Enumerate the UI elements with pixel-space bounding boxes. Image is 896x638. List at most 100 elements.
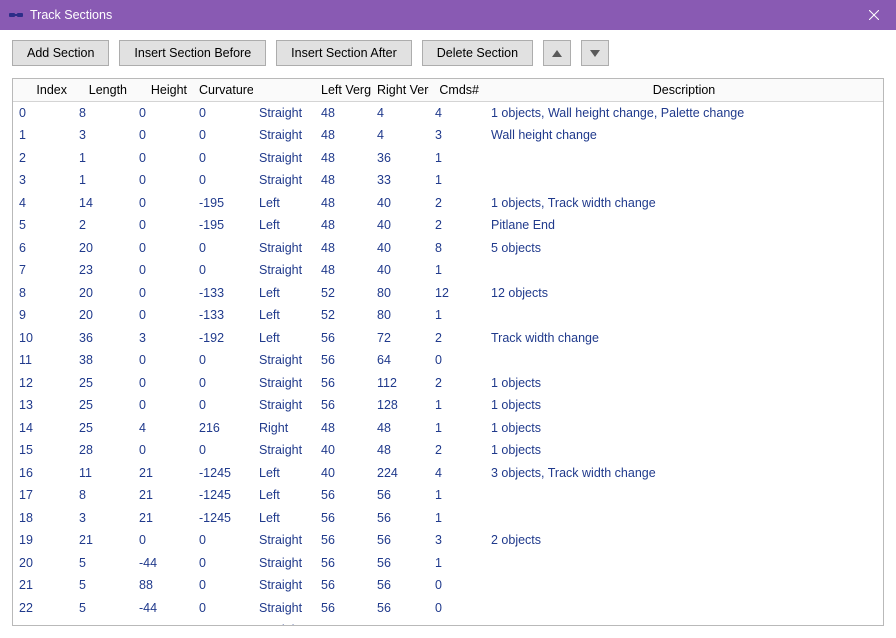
cell-curvature: -133 <box>193 304 253 327</box>
cell-cmds: 0 <box>429 619 485 625</box>
cell-index: 18 <box>13 507 73 530</box>
cell-cmds: 3 <box>429 124 485 147</box>
cell-desc <box>485 147 883 170</box>
cell-curvature: 0 <box>193 597 253 620</box>
col-direction[interactable] <box>253 79 315 101</box>
table-row[interactable]: 205-440Straight56561 <box>13 552 883 575</box>
cell-height: 0 <box>133 192 193 215</box>
cell-cmds: 2 <box>429 192 485 215</box>
cell-height: 0 <box>133 619 193 625</box>
cell-desc <box>485 169 883 192</box>
table-row[interactable]: 1300Straight4843Wall height change <box>13 124 883 147</box>
cell-lv: 52 <box>315 304 371 327</box>
col-height[interactable]: Height <box>133 79 193 101</box>
cell-length: 2 <box>73 214 133 237</box>
col-length[interactable]: Length <box>73 79 133 101</box>
table-row[interactable]: 192100Straight565632 objects <box>13 529 883 552</box>
cell-index: 11 <box>13 349 73 372</box>
table-row[interactable]: 225-440Straight56560 <box>13 597 883 620</box>
cell-curvature: 0 <box>193 124 253 147</box>
move-up-button[interactable] <box>543 40 571 66</box>
cell-height: 0 <box>133 101 193 124</box>
table-row[interactable]: 161121-1245Left4022443 objects, Track wi… <box>13 462 883 485</box>
cell-dir: Right <box>253 417 315 440</box>
col-index[interactable]: Index <box>13 79 73 101</box>
cell-lv: 56 <box>315 484 371 507</box>
cell-lv: 56 <box>315 327 371 350</box>
move-down-button[interactable] <box>581 40 609 66</box>
table-row[interactable]: 232100Straight56560 <box>13 619 883 625</box>
table-row[interactable]: 62000Straight484085 objects <box>13 237 883 260</box>
table-row[interactable]: 17821-1245Left56561 <box>13 484 883 507</box>
table-row[interactable]: 122500Straight5611221 objects <box>13 372 883 395</box>
cell-index: 5 <box>13 214 73 237</box>
insert-section-after-button[interactable]: Insert Section After <box>276 40 412 66</box>
cell-length: 20 <box>73 237 133 260</box>
arrow-down-icon <box>590 50 600 57</box>
table-row[interactable]: 113800Straight56640 <box>13 349 883 372</box>
close-button[interactable] <box>851 0 896 30</box>
insert-section-before-button[interactable]: Insert Section Before <box>119 40 266 66</box>
cell-lv: 56 <box>315 372 371 395</box>
sections-table: Index Length Height Curvature Left Verge… <box>13 79 883 625</box>
cell-length: 28 <box>73 439 133 462</box>
delete-section-button[interactable]: Delete Section <box>422 40 533 66</box>
table-row[interactable]: 215880Straight56560 <box>13 574 883 597</box>
table-row[interactable]: 0800Straight48441 objects, Wall height c… <box>13 101 883 124</box>
cell-curvature: -195 <box>193 214 253 237</box>
cell-length: 5 <box>73 552 133 575</box>
cell-desc: 1 objects, Track width change <box>485 192 883 215</box>
cell-height: 0 <box>133 439 193 462</box>
table-row[interactable]: 18321-1245Left56561 <box>13 507 883 530</box>
table-row[interactable]: 3100Straight48331 <box>13 169 883 192</box>
col-curvature[interactable]: Curvature <box>193 79 253 101</box>
cell-height: 21 <box>133 462 193 485</box>
table-row[interactable]: 4140-195Left484021 objects, Track width … <box>13 192 883 215</box>
cell-desc <box>485 619 883 625</box>
table-row[interactable]: 14254216Right484811 objects <box>13 417 883 440</box>
col-description[interactable]: Description <box>485 79 883 101</box>
table-row[interactable]: 9200-133Left52801 <box>13 304 883 327</box>
cell-rv: 40 <box>371 214 429 237</box>
col-left-verge[interactable]: Left Verge <box>315 79 371 101</box>
cell-index: 6 <box>13 237 73 260</box>
cell-index: 7 <box>13 259 73 282</box>
cell-cmds: 1 <box>429 147 485 170</box>
cell-cmds: 12 <box>429 282 485 305</box>
cell-index: 2 <box>13 147 73 170</box>
cell-cmds: 0 <box>429 349 485 372</box>
cell-height: 4 <box>133 417 193 440</box>
add-section-button[interactable]: Add Section <box>12 40 109 66</box>
cell-length: 21 <box>73 529 133 552</box>
cell-rv: 40 <box>371 237 429 260</box>
cell-desc: Track width change <box>485 327 883 350</box>
cell-index: 20 <box>13 552 73 575</box>
cell-desc: 3 objects, Track width change <box>485 462 883 485</box>
cell-dir: Straight <box>253 394 315 417</box>
cell-rv: 112 <box>371 372 429 395</box>
cell-dir: Left <box>253 214 315 237</box>
table-row[interactable]: 520-195Left48402Pitlane End <box>13 214 883 237</box>
table-row[interactable]: 152800Straight404821 objects <box>13 439 883 462</box>
col-right-verge[interactable]: Right Verge <box>371 79 429 101</box>
cell-curvature: -1245 <box>193 484 253 507</box>
cell-lv: 48 <box>315 192 371 215</box>
cell-length: 25 <box>73 372 133 395</box>
table-row[interactable]: 132500Straight5612811 objects <box>13 394 883 417</box>
cell-curvature: 216 <box>193 417 253 440</box>
table-row[interactable]: 10363-192Left56722Track width change <box>13 327 883 350</box>
sections-grid-scroll[interactable]: Index Length Height Curvature Left Verge… <box>13 79 883 625</box>
cell-index: 13 <box>13 394 73 417</box>
table-row[interactable]: 8200-133Left52801212 objects <box>13 282 883 305</box>
cell-dir: Left <box>253 327 315 350</box>
cell-desc <box>485 507 883 530</box>
cell-cmds: 0 <box>429 574 485 597</box>
col-cmds[interactable]: Cmds# <box>429 79 485 101</box>
table-row[interactable]: 72300Straight48401 <box>13 259 883 282</box>
table-row[interactable]: 2100Straight48361 <box>13 147 883 170</box>
cell-lv: 48 <box>315 169 371 192</box>
cell-rv: 72 <box>371 327 429 350</box>
cell-cmds: 1 <box>429 507 485 530</box>
cell-height: 0 <box>133 394 193 417</box>
cell-dir: Left <box>253 507 315 530</box>
